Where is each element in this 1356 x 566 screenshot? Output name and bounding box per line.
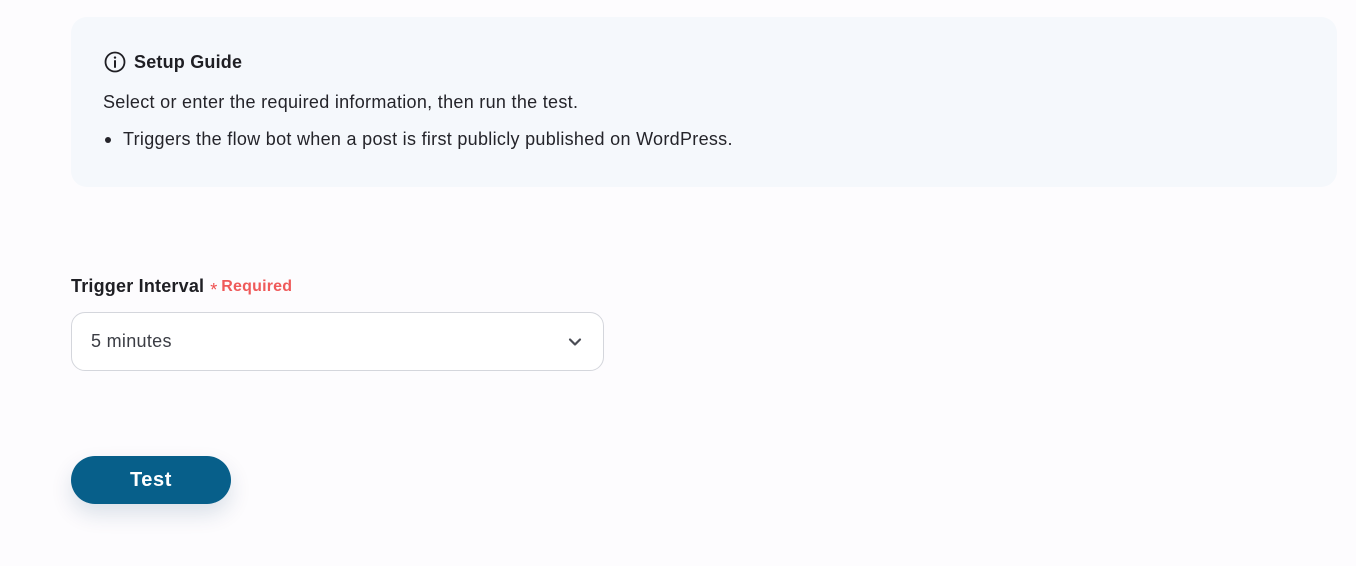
page: Setup Guide Select or enter the required…: [0, 0, 1356, 566]
trigger-interval-label-text: Trigger Interval: [71, 276, 205, 296]
trigger-interval-label: Trigger Interval * Required: [71, 276, 293, 300]
setup-guide-list: Triggers the flow bot when a post is fir…: [103, 129, 733, 150]
setup-guide-panel: Setup Guide Select or enter the required…: [71, 17, 1337, 187]
required-asterisk-icon: *: [210, 279, 218, 300]
setup-guide-title: Setup Guide: [134, 51, 243, 72]
trigger-interval-selected-value: 5 minutes: [91, 331, 172, 351]
required-badge: Required: [221, 277, 293, 295]
info-icon: [104, 51, 126, 73]
test-button[interactable]: Test: [71, 456, 231, 504]
setup-guide-list-item: Triggers the flow bot when a post is fir…: [103, 129, 733, 150]
trigger-interval-select[interactable]: 5 minutes: [71, 312, 604, 371]
chevron-down-icon[interactable]: [566, 333, 584, 351]
setup-guide-description: Select or enter the required information…: [103, 92, 579, 112]
setup-guide-list-text: Triggers the flow bot when a post is fir…: [123, 129, 733, 149]
setup-guide-header: Setup Guide: [104, 51, 242, 73]
bullet-icon: [105, 136, 111, 143]
